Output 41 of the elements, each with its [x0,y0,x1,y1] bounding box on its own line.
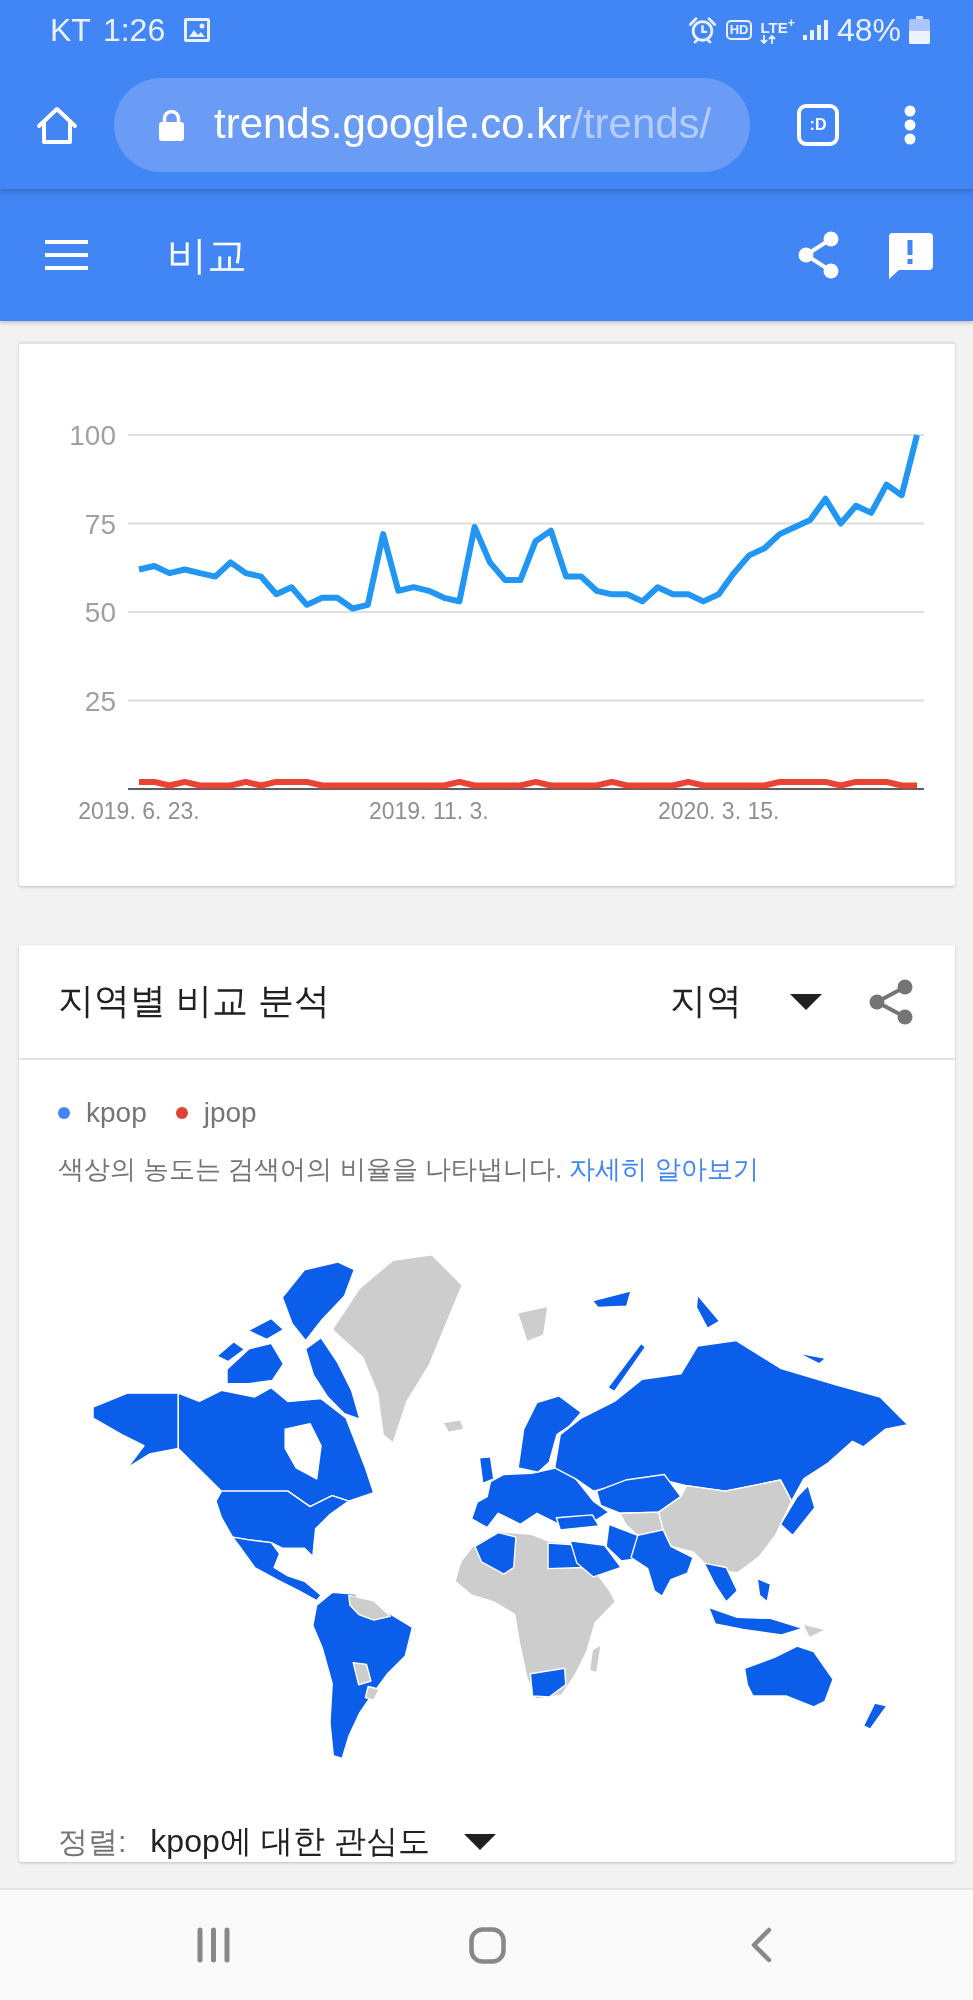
more-options-icon[interactable] [903,104,917,145]
signal-bars-icon [802,20,829,40]
url-domain: trends.google.co.kr [214,100,572,148]
menu-icon[interactable] [45,240,88,270]
legend-label: kpop [86,1097,147,1129]
axis-label: 50 [84,597,116,628]
axis-label: 75 [84,508,116,540]
share-icon[interactable] [797,231,840,279]
share-icon[interactable] [868,978,914,1025]
data-arrows-icon [760,34,777,44]
battery-percent: 48% [836,14,901,46]
network-type-label: LTE$^{+}$ [760,16,795,35]
axis-label: 2020. 3. 15. [657,798,780,824]
region-dropdown[interactable]: 지역 [670,977,822,1026]
axis-label: 100 [69,420,116,451]
tab-switcher-button[interactable]: :D [797,103,839,146]
caret-icon [790,993,822,1010]
card-title: 지역별 비교 분석 [58,979,330,1023]
page-title: 비교 [167,231,247,279]
battery-icon [909,16,930,44]
carrier-name: KT [50,14,91,46]
recent-apps-icon[interactable] [197,1927,230,1963]
learn-more-link[interactable]: 자세히 알아보기 [569,1154,759,1184]
alarm-clock-icon [686,16,718,44]
feedback-icon[interactable] [886,231,934,279]
lock-icon [158,108,185,141]
url-path: /trends/ [571,100,712,148]
home-button-icon[interactable] [469,1926,506,1964]
axis-label: 2019. 6. 23. [78,798,200,824]
map-description: 색상의 농도는 검색어의 비율을 나타냅니다. 자세히 알아보기 [58,1153,760,1186]
clock-time: 1:26 [102,14,166,46]
back-icon[interactable] [750,1927,772,1963]
address-bar[interactable]: trends.google.co.kr/trends/ [114,77,750,172]
sort-dropdown[interactable]: kpop에 대한 관심도 [150,1820,496,1864]
axis-label: 25 [84,685,116,717]
sort-label: 정렬: [58,1823,127,1860]
image-icon [183,17,212,43]
axis-label: 2019. 11. 3. [368,798,489,824]
hd-voice-badge: HD [725,19,753,41]
legend-label: jpop [203,1097,257,1129]
caret-icon [463,1834,496,1850]
